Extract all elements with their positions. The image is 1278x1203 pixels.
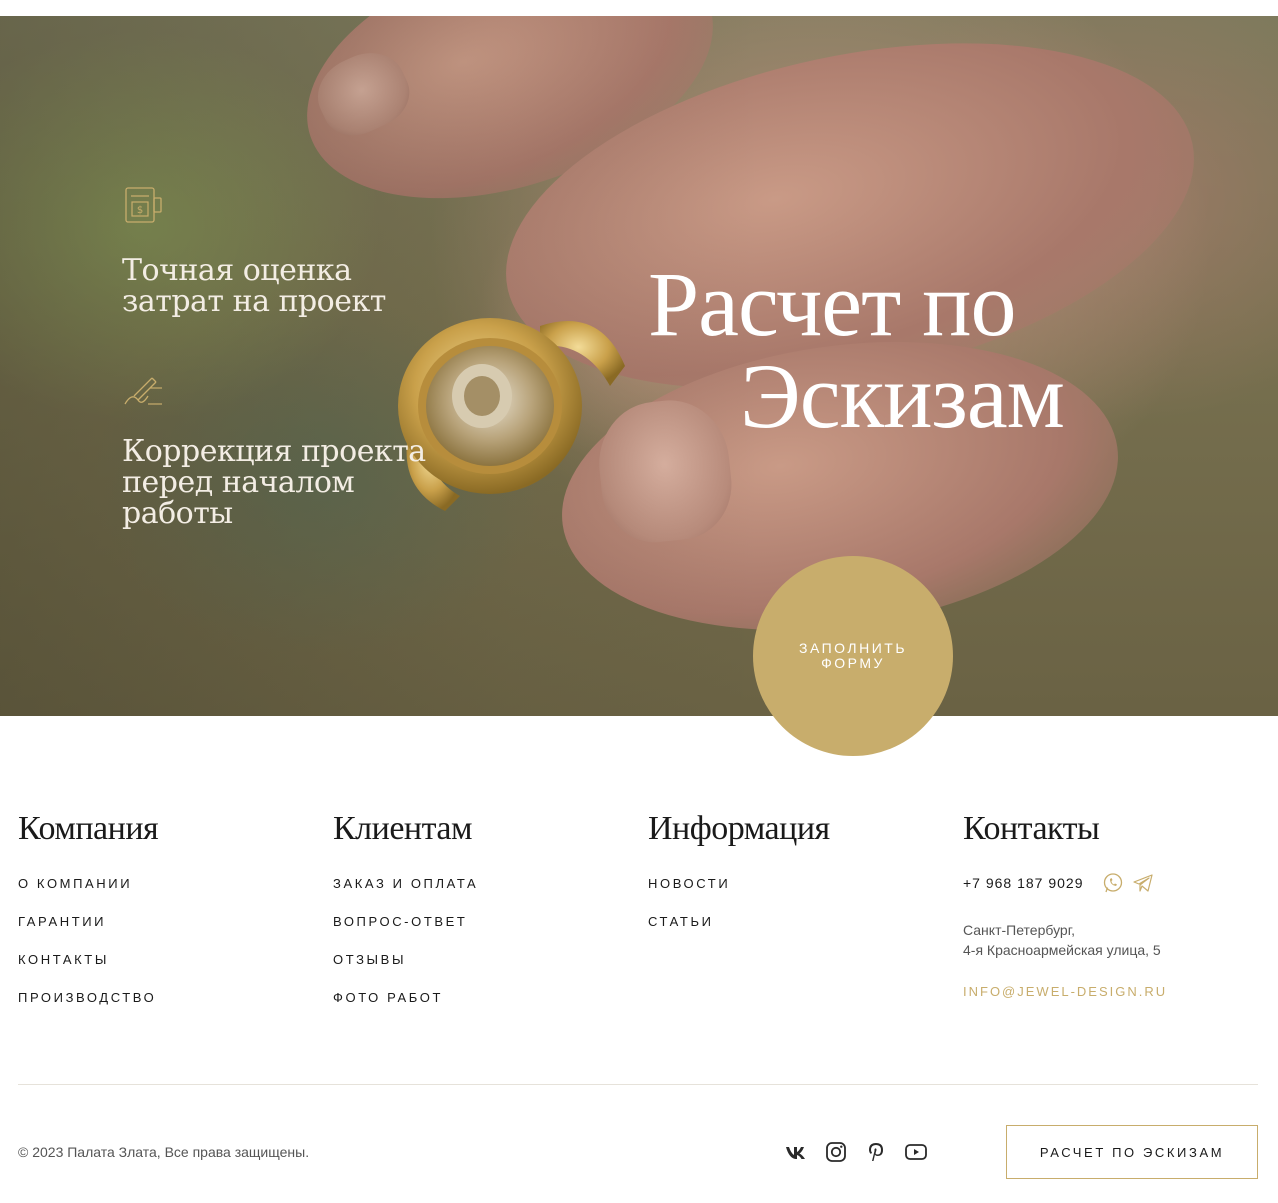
address-city: Санкт-Петербург, (963, 922, 1075, 938)
whatsapp-icon[interactable] (1102, 872, 1124, 894)
hero-section: $ Точная оценка затрат на проект Коррекц… (0, 16, 1278, 716)
feature-correction-text: Коррекция проекта перед началом работы (122, 434, 426, 531)
footer-link-guarantees[interactable]: Гарантии (18, 914, 106, 929)
copyright-text: © 2023 Палата Злата, Все права защищены. (18, 1144, 310, 1160)
footer-link-production[interactable]: Производство (18, 990, 156, 1005)
footer-title-contacts: Контакты (963, 810, 1100, 847)
youtube-icon[interactable] (904, 1140, 928, 1164)
footer-link-news[interactable]: Новости (648, 876, 730, 891)
footer-link-order-payment[interactable]: Заказ и оплата (333, 876, 478, 891)
sketch-calculation-button[interactable]: РАСЧЕТ ПО ЭСКИЗАМ (1006, 1125, 1258, 1179)
hero-title-line1: Расчет по (648, 253, 1017, 355)
feature-estimate-text: Точная оценка затрат на проект (122, 253, 386, 319)
fill-form-button[interactable]: ЗАПОЛНИТЬ ФОРМУ (753, 556, 953, 756)
footer-link-photos[interactable]: Фото работ (333, 990, 443, 1005)
footer-link-contacts[interactable]: Контакты (18, 952, 109, 967)
svg-text:$: $ (137, 205, 143, 216)
footer-link-faq[interactable]: Вопрос-ответ (333, 914, 467, 929)
vk-icon[interactable] (784, 1140, 808, 1164)
telegram-icon[interactable] (1132, 872, 1154, 894)
top-strip (0, 0, 1278, 16)
footer-divider (18, 1084, 1258, 1085)
footer-title-company: Компания (18, 810, 159, 847)
footer-title-info: Информация (648, 810, 830, 847)
hero-title-line2: Эскизам (740, 345, 1065, 447)
pinterest-icon[interactable] (864, 1140, 888, 1164)
phone-link[interactable]: +7 968 187 9029 (963, 875, 1084, 891)
document-estimate-icon: $ (125, 187, 162, 223)
ring-image (398, 318, 625, 511)
address: Санкт-Петербург, 4-я Красноармейская ули… (963, 920, 1161, 960)
instagram-icon[interactable] (824, 1140, 848, 1164)
address-street: 4-я Красноармейская улица, 5 (963, 942, 1161, 958)
footer-link-about[interactable]: О компании (18, 876, 132, 891)
footer-link-reviews[interactable]: Отзывы (333, 952, 406, 967)
pen-signature-icon (124, 377, 162, 405)
email-link[interactable]: INFO@JEWEL-DESIGN.RU (963, 984, 1167, 999)
footer-link-articles[interactable]: Статьи (648, 914, 714, 929)
footer-title-clients: Клиентам (333, 810, 473, 847)
